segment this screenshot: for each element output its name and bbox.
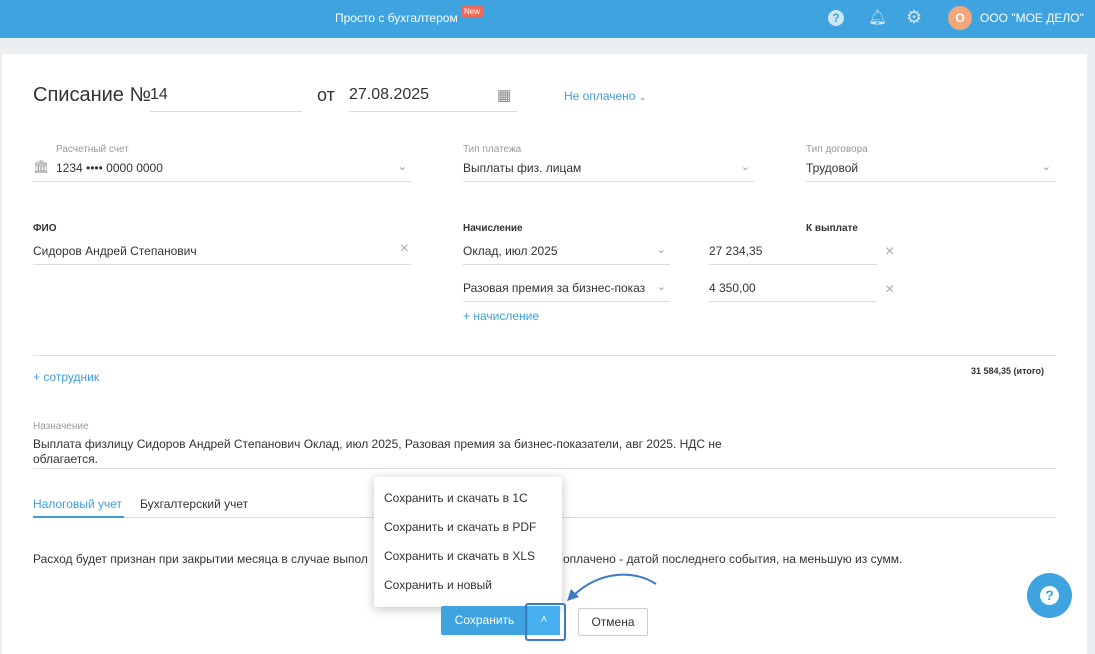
save-button[interactable]: Сохранить: [441, 606, 528, 635]
contract-type-select[interactable]: Трудовой ⌄: [806, 157, 1055, 182]
account-label: Расчетный счет: [56, 144, 129, 155]
save-options-menu: Сохранить и скачать в 1С Сохранить и ска…: [374, 477, 562, 607]
amount-input[interactable]: 27 234,35: [709, 240, 877, 265]
payment-type-value: Выплаты физ. лицам: [463, 161, 582, 175]
purpose-label: Назначение: [33, 421, 89, 432]
add-employee-link[interactable]: + сотрудник: [33, 370, 99, 384]
fio-input[interactable]: Сидоров Андрей Степанович ×: [33, 240, 411, 265]
pay-label: К выплате: [806, 223, 858, 234]
menu-item-save-1c[interactable]: Сохранить и скачать в 1С: [384, 491, 528, 505]
gear-icon[interactable]: ⚙: [906, 7, 922, 28]
chevron-down-icon: ⌄: [740, 161, 750, 173]
status-dropdown[interactable]: Не оплачено ⌄: [564, 89, 646, 103]
number-value: 14: [150, 86, 168, 103]
chevron-down-icon: ⌄: [397, 161, 407, 173]
date-input[interactable]: 27.08.2025 ▦: [349, 84, 517, 112]
accrual-name: Оклад, июл 2025: [463, 244, 558, 258]
purpose-line: облагается.: [33, 452, 98, 466]
menu-item-save-new[interactable]: Сохранить и новый: [384, 578, 492, 592]
help-icon: ?: [1040, 586, 1059, 605]
contract-type-label: Тип договора: [806, 144, 868, 155]
payment-type-select[interactable]: Выплаты физ. лицам ⌄: [463, 157, 754, 182]
note-text: Расход будет признан при закрытии месяца…: [33, 552, 368, 566]
purpose-line: Выплата физлицу Сидоров Андрей Степанови…: [33, 437, 722, 451]
help-icon[interactable]: ?: [828, 10, 844, 26]
accrual-label: Начисление: [463, 223, 523, 234]
account-select[interactable]: 🏛︎ 1234 •••• 0000 0000 ⌄: [33, 157, 411, 182]
menu-item-save-xls[interactable]: Сохранить и скачать в XLS: [384, 549, 535, 563]
arrow-annotation-icon: [567, 573, 657, 601]
clear-icon[interactable]: ×: [400, 240, 409, 258]
accrual-select[interactable]: Разовая премия за бизнес-показ ⌄: [463, 277, 670, 302]
page-title: Списание №: [33, 84, 151, 106]
bell-icon[interactable]: 🔔︎: [868, 8, 887, 26]
tab-tax[interactable]: Налоговый учет: [33, 497, 124, 518]
calendar-icon[interactable]: ▦: [497, 86, 511, 104]
cancel-button[interactable]: Отмена: [578, 608, 648, 636]
chevron-down-icon: ⌄: [656, 281, 666, 293]
number-input[interactable]: 14: [150, 84, 302, 112]
date-value: 27.08.2025: [349, 86, 430, 103]
chevron-down-icon: ⌄: [638, 92, 647, 102]
fio-label: ФИО: [33, 223, 57, 234]
from-label: от: [317, 85, 335, 105]
add-accrual-link[interactable]: + начисление: [463, 309, 539, 323]
company-name[interactable]: ООО "МОЕ ДЕЛО": [980, 11, 1084, 25]
accrual-name: Разовая премия за бизнес-показ: [463, 281, 646, 295]
amount-value: 27 234,35: [709, 244, 763, 258]
new-badge: New: [461, 6, 484, 17]
highlight-box: [525, 603, 566, 641]
status-label: Не оплачено: [564, 89, 636, 103]
purpose-input[interactable]: Выплата физлицу Сидоров Андрей Степанови…: [33, 437, 1056, 469]
amount-input[interactable]: 4 350,00: [709, 277, 877, 302]
amount-value: 4 350,00: [709, 281, 756, 295]
menu-item-save-pdf[interactable]: Сохранить и скачать в PDF: [384, 520, 536, 534]
divider: [33, 355, 1056, 356]
account-value: 1234 •••• 0000 0000: [56, 161, 163, 175]
tab-accounting[interactable]: Бухгалтерский учет: [140, 497, 248, 511]
chevron-down-icon: ⌄: [1041, 161, 1051, 173]
avatar[interactable]: О: [948, 6, 972, 30]
remove-accrual-icon[interactable]: ×: [885, 243, 894, 261]
header-title[interactable]: Просто с бухгалтером: [335, 11, 458, 25]
fio-value: Сидоров Андрей Степанович: [33, 244, 197, 258]
chevron-down-icon: ⌄: [656, 244, 666, 256]
total-amount: 31 584,35 (итого): [971, 366, 1044, 376]
bank-icon: 🏛︎: [33, 159, 50, 174]
remove-accrual-icon[interactable]: ×: [885, 281, 894, 299]
accrual-select[interactable]: Оклад, июл 2025 ⌄: [463, 240, 670, 265]
contract-type-value: Трудовой: [806, 161, 859, 175]
top-header: Просто с бухгалтером New ? 🔔︎ ⚙ О ООО "М…: [0, 0, 1095, 38]
payment-type-label: Тип платежа: [463, 144, 522, 155]
note-text: оплачено - датой последнего события, на …: [563, 552, 903, 566]
help-chat-button[interactable]: ?: [1027, 573, 1072, 618]
